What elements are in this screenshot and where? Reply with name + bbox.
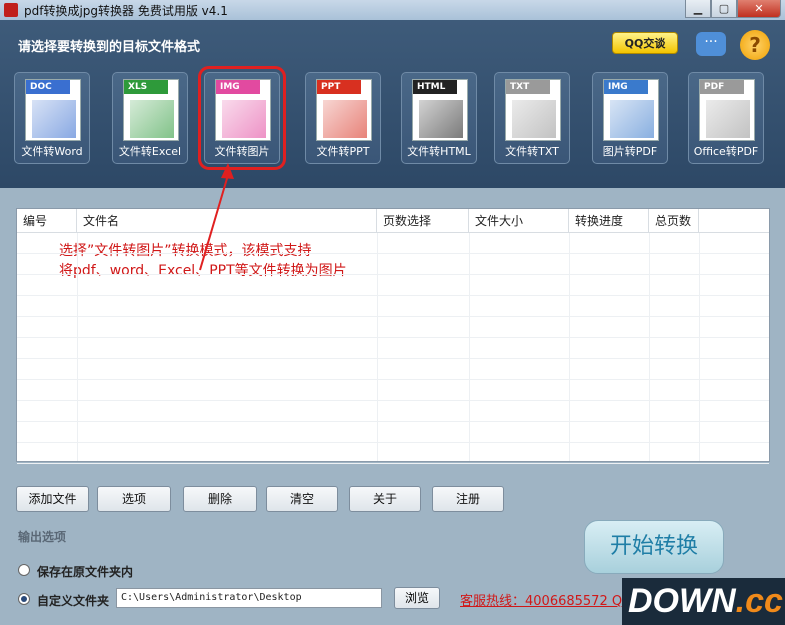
output-path-input[interactable]: C:\Users\Administrator\Desktop [116,588,382,608]
close-button[interactable]: ✕ [737,0,781,18]
tool-3[interactable]: PPT 文件转PPT [305,72,381,164]
tool-label: 图片转PDF [602,145,658,158]
maximize-button[interactable]: ▢ [711,0,737,18]
tool-1[interactable]: XLS 文件转Excel [112,72,188,164]
column-header[interactable]: 编号 [17,209,77,232]
delete-button[interactable]: 删除 [183,486,257,512]
table-header: 编号 文件名 页数选择 文件大小 转换进度 总页数 [17,209,769,233]
table-row[interactable] [17,275,769,296]
hotline-link[interactable]: 客服热线：4006685572 QQ [460,590,630,609]
radio-custom-folder[interactable] [18,593,30,605]
document-icon: HTML [412,79,468,141]
format-toolbar: DOC 文件转Word XLS 文件转Excel IMG 文件转图片 PPT 文件转PPT HT… [14,66,776,170]
format-art-icon [222,100,266,138]
title-bar: pdf pdf转换成jpg转换器 免费试用版 v4.1 ▁ ▢ ✕ [0,0,785,20]
table-row[interactable] [17,422,769,443]
radio-save-original[interactable] [18,564,30,576]
start-convert-button[interactable]: 开始转换 [584,520,724,574]
column-header[interactable]: 文件名 [77,209,377,232]
file-table[interactable]: 编号 文件名 页数选择 文件大小 转换进度 总页数 选择”文件转图片”转换模式，该模式支持… [16,208,770,464]
tool-label: 文件转图片 [214,145,270,158]
label-save-original: 保存在原文件夹内 [37,565,134,579]
format-tag: XLS [124,80,168,94]
tool-7[interactable]: PDF Office转PDF [688,72,764,164]
column-header[interactable]: 页数选择 [377,209,469,232]
help-icon[interactable]: ? [740,30,770,60]
document-icon: XLS [123,79,179,141]
tool-6[interactable]: IMG 图片转PDF [592,72,668,164]
table-row[interactable] [17,359,769,380]
column-header[interactable]: 文件大小 [469,209,569,232]
document-icon: PPT [316,79,372,141]
column-divider [649,233,650,461]
tool-label: 文件转TXT [505,145,559,158]
app-icon: pdf [4,3,18,17]
format-tag: PPT [317,80,361,94]
column-divider [377,233,378,461]
format-tag: IMG [216,80,260,94]
format-art-icon [610,100,654,138]
add-file-button[interactable]: 添加文件 [16,486,89,512]
format-tag: DOC [26,80,70,94]
format-art-icon [130,100,174,138]
watermark-main: DOWN [628,582,736,620]
format-art-icon [323,100,367,138]
watermark-suffix: .cc [735,582,783,620]
column-divider [569,233,570,461]
document-icon: IMG [215,79,271,141]
tool-label: 文件转Excel [118,145,182,158]
column-divider [77,233,78,461]
tool-label: 文件转HTML [407,145,471,158]
options-button[interactable]: 选项 [97,486,171,512]
table-row[interactable] [17,380,769,401]
clear-button[interactable]: 清空 [266,486,338,512]
column-divider [699,233,700,461]
format-tag: TXT [506,80,550,94]
watermark-logo: DOWN.cc [622,578,785,625]
register-button[interactable]: 注册 [432,486,504,512]
window-title: pdf转换成jpg转换器 免费试用版 v4.1 [24,3,228,18]
format-header: 请选择要转换到的目标文件格式 QQ交谈 ··· ? DOC 文件转Word XLS 文… [0,20,785,188]
document-icon: PDF [699,79,755,141]
tool-0[interactable]: DOC 文件转Word [14,72,90,164]
table-row[interactable] [17,254,769,275]
browse-button[interactable]: 浏览 [394,587,440,609]
document-icon: DOC [25,79,81,141]
document-icon: IMG [603,79,659,141]
tool-2[interactable]: IMG 文件转图片 [198,66,286,170]
table-row[interactable] [17,233,769,254]
label-custom-folder: 自定义文件夹 [37,594,110,608]
format-art-icon [32,100,76,138]
table-row[interactable] [17,443,769,464]
chat-bubble-icon[interactable]: ··· [696,32,726,56]
column-header[interactable]: 总页数 [649,209,699,232]
tool-label: 文件转Word [21,145,83,158]
table-row[interactable] [17,317,769,338]
column-divider [469,233,470,461]
about-button[interactable]: 关于 [349,486,421,512]
tool-4[interactable]: HTML 文件转HTML [401,72,477,164]
format-tag: PDF [700,80,744,94]
tool-label: 文件转PPT [316,145,370,158]
format-tag: HTML [413,80,457,94]
table-row[interactable] [17,338,769,359]
table-row[interactable] [17,296,769,317]
format-tag: IMG [604,80,648,94]
minimize-button[interactable]: ▁ [685,0,711,18]
tool-5[interactable]: TXT 文件转TXT [494,72,570,164]
header-title: 请选择要转换到的目标文件格式 [18,40,201,55]
tool-label: Office转PDF [693,145,759,158]
table-row[interactable] [17,401,769,422]
format-art-icon [419,100,463,138]
format-art-icon [512,100,556,138]
format-art-icon [706,100,750,138]
output-section-label: 输出选项 [18,530,67,544]
column-header[interactable]: 转换进度 [569,209,649,232]
qq-chat-button[interactable]: QQ交谈 [612,32,678,54]
document-icon: TXT [505,79,561,141]
